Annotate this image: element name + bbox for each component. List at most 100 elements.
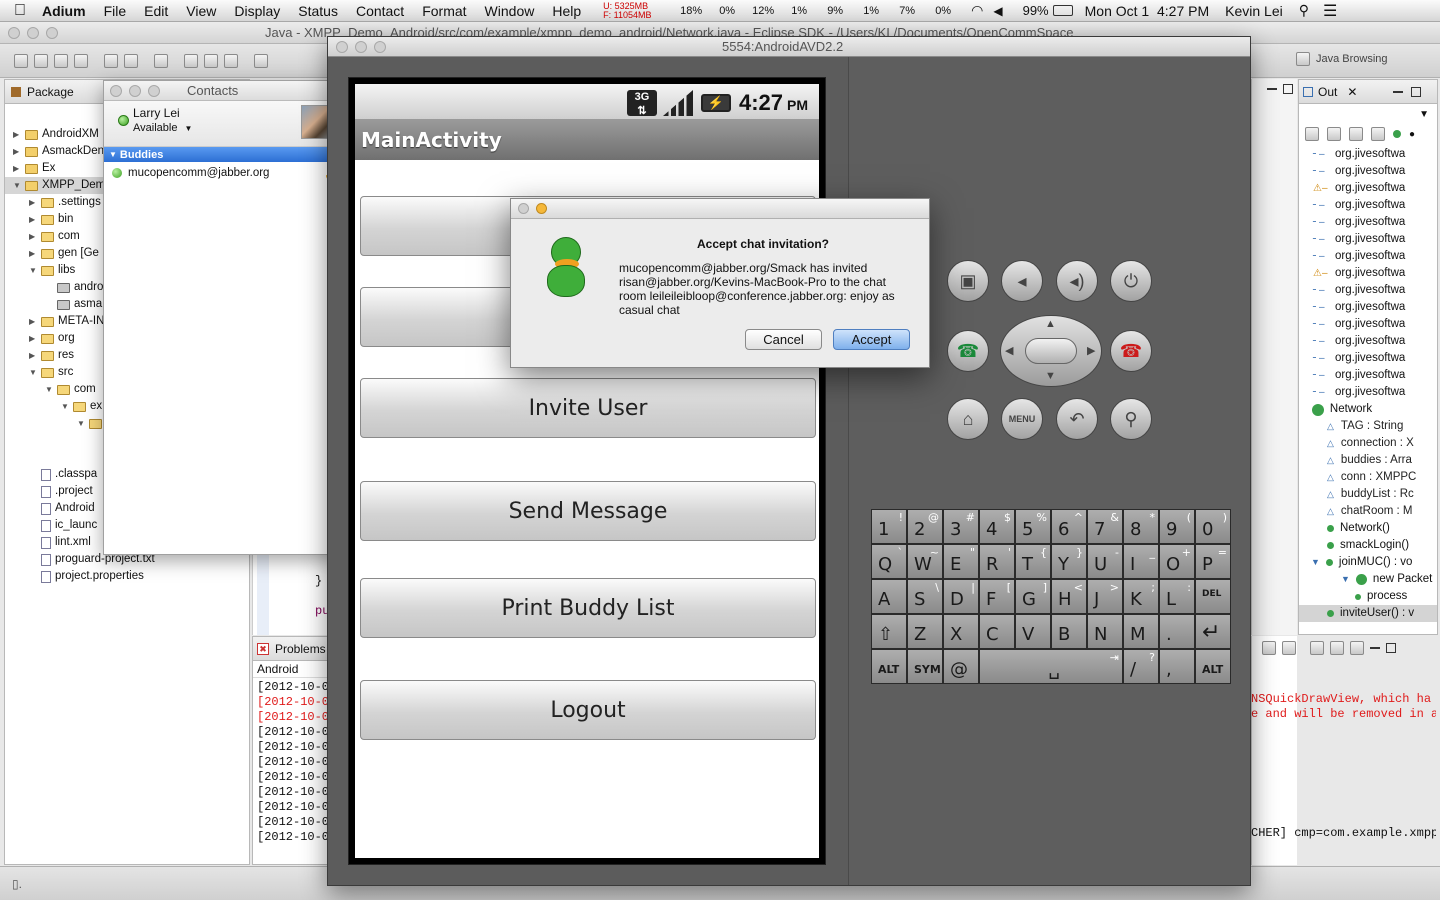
minimize-window-icon[interactable] xyxy=(129,84,141,97)
outline-item[interactable]: △ buddies : Arra xyxy=(1299,452,1437,469)
outline-item[interactable]: ╴– org.jivesoftwa xyxy=(1299,231,1437,248)
enter-key[interactable]: ↵ xyxy=(1195,614,1231,649)
outline-item[interactable]: process xyxy=(1299,588,1437,605)
keyboard-key[interactable]: J > xyxy=(1087,579,1123,614)
dpad-up-icon[interactable]: ▲ xyxy=(1045,318,1056,330)
zoom-window-icon[interactable] xyxy=(46,26,58,39)
zoom-window-icon[interactable] xyxy=(148,84,160,97)
fast-view-icon[interactable]: ▯. xyxy=(12,877,22,891)
tab-package-explorer[interactable]: Package xyxy=(27,85,74,99)
sort-icon[interactable] xyxy=(1327,127,1341,141)
collapsed-triangle-icon[interactable]: ▶ xyxy=(29,211,38,228)
minimize-window-icon[interactable] xyxy=(536,203,547,214)
pin-console-icon[interactable] xyxy=(1282,641,1296,655)
expanded-triangle-icon[interactable]: ▼ xyxy=(1311,554,1320,571)
outline-item[interactable]: ╴– org.jivesoftwa xyxy=(1299,350,1437,367)
menu-view[interactable]: View xyxy=(186,3,216,19)
menubar-user[interactable]: Kevin Lei xyxy=(1225,3,1283,19)
sym-key[interactable]: SYM xyxy=(907,649,943,684)
delete-key[interactable]: DEL xyxy=(1195,579,1231,614)
close-window-icon[interactable] xyxy=(518,203,529,214)
new-class-icon[interactable] xyxy=(204,53,218,68)
dpad-left-icon[interactable]: ◀ xyxy=(1005,344,1013,357)
keyboard-key[interactable]: T{ xyxy=(1015,544,1051,579)
keyboard-key[interactable]: B xyxy=(1051,614,1087,649)
android-sdk-icon[interactable] xyxy=(124,53,138,68)
keyboard-key[interactable]: V xyxy=(1015,614,1051,649)
outline-item[interactable]: ╴– org.jivesoftwa xyxy=(1299,197,1437,214)
call-icon[interactable]: ☎ xyxy=(947,330,989,372)
keyboard-key[interactable]: X xyxy=(943,614,979,649)
outline-item[interactable]: ╴– org.jivesoftwa xyxy=(1299,367,1437,384)
outline-item[interactable]: smackLogin() xyxy=(1299,537,1437,554)
keyboard-key[interactable]: S \ xyxy=(907,579,943,614)
outline-item[interactable]: ╴– org.jivesoftwa xyxy=(1299,214,1437,231)
collapsed-triangle-icon[interactable]: ▶ xyxy=(29,228,38,245)
keyboard-key[interactable]: 7 & xyxy=(1087,509,1123,544)
cancel-button[interactable]: Cancel xyxy=(745,329,822,350)
apple-icon[interactable]:  xyxy=(14,2,26,20)
hide-nonpublic-icon[interactable] xyxy=(1393,130,1401,138)
checklist-icon[interactable] xyxy=(154,53,168,68)
dpad-down-icon[interactable]: ▼ xyxy=(1045,370,1056,382)
keyboard-key[interactable]: 5% xyxy=(1015,509,1051,544)
invite-user-button[interactable]: Invite User xyxy=(360,378,816,438)
menubar-clock[interactable]: Mon Oct 1 4:27 PM xyxy=(1085,3,1210,19)
home-icon[interactable]: ⌂ xyxy=(947,398,989,440)
minimize-window-icon[interactable] xyxy=(355,40,367,53)
keyboard-key[interactable]: Q ` xyxy=(871,544,907,579)
collapsed-triangle-icon[interactable]: ▶ xyxy=(29,330,38,347)
collapsed-triangle-icon[interactable]: ▶ xyxy=(13,160,22,177)
hide-local-icon[interactable]: ● xyxy=(1409,129,1415,140)
keyboard-key[interactable]: H < xyxy=(1051,579,1087,614)
keyboard-key[interactable]: 2 @ xyxy=(907,509,943,544)
outline-item[interactable]: ▼Network xyxy=(1299,401,1437,418)
collapsed-triangle-icon[interactable]: ▶ xyxy=(13,143,22,160)
tree-item[interactable]: project.properties xyxy=(5,568,249,585)
notification-list-icon[interactable]: ☰ xyxy=(1323,1,1337,21)
outline-item[interactable]: ▼ joinMUC() : vo xyxy=(1299,554,1437,571)
dpad-center[interactable] xyxy=(1025,338,1077,364)
menu-display[interactable]: Display xyxy=(234,3,280,19)
keyboard-key[interactable]: M xyxy=(1123,614,1159,649)
outline-item[interactable]: ╴– org.jivesoftwa xyxy=(1299,299,1437,316)
collapsed-triangle-icon[interactable]: ▶ xyxy=(29,245,38,262)
open-console-icon[interactable] xyxy=(1310,641,1324,655)
keyboard-key[interactable]: 6 ^ xyxy=(1051,509,1087,544)
keyboard-key[interactable]: U- xyxy=(1087,544,1123,579)
new-icon[interactable] xyxy=(14,53,28,68)
back-icon[interactable]: ↶ xyxy=(1056,398,1098,440)
expanded-triangle-icon[interactable]: ▼ xyxy=(29,262,38,279)
power-icon[interactable]: ⏻ xyxy=(1110,260,1152,302)
battery-percent[interactable]: 99% xyxy=(1023,3,1049,18)
maximize-icon[interactable] xyxy=(1411,86,1422,97)
outline-item[interactable]: ⚠– org.jivesoftwa xyxy=(1299,180,1437,197)
open-type-icon[interactable] xyxy=(184,53,198,68)
expanded-triangle-icon[interactable]: ▼ xyxy=(1341,571,1350,588)
keyboard-key[interactable]: I _ xyxy=(1123,544,1159,579)
keyboard-key[interactable]: P = xyxy=(1195,544,1231,579)
view-menu-icon[interactable]: ▼ xyxy=(1419,109,1429,120)
outline-item[interactable]: ╴– org.jivesoftwa xyxy=(1299,333,1437,350)
collapsed-triangle-icon[interactable]: ▶ xyxy=(29,194,38,211)
menu-edit[interactable]: Edit xyxy=(144,3,168,19)
menu-icon[interactable]: MENU xyxy=(1001,398,1043,440)
collapsed-triangle-icon[interactable]: ▶ xyxy=(29,313,38,330)
close-window-icon[interactable] xyxy=(110,84,122,97)
tab-problems[interactable]: Problems xyxy=(275,642,326,656)
tab-outline[interactable]: Out xyxy=(1318,85,1337,99)
outline-item[interactable]: ╴– org.jivesoftwa xyxy=(1299,163,1437,180)
menu-contact[interactable]: Contact xyxy=(356,3,404,19)
minimize-icon[interactable] xyxy=(1267,88,1277,90)
wifi-icon[interactable]: ◠ xyxy=(971,2,983,19)
keyboard-key[interactable]: E " xyxy=(943,544,979,579)
console-text-right[interactable]: NSQuickDrawView, which ha e and will be … xyxy=(1251,692,1436,862)
outline-item[interactable]: ╴– org.jivesoftwa xyxy=(1299,316,1437,333)
outline-item-selected[interactable]: inviteUser() : v xyxy=(1299,605,1437,622)
keyboard-key[interactable]: F[ xyxy=(979,579,1015,614)
camera-icon[interactable]: ▣ xyxy=(947,260,989,302)
status-selector[interactable]: Available ▼ xyxy=(133,122,192,134)
print-buddy-list-button[interactable]: Print Buddy List xyxy=(360,578,816,638)
space-key[interactable]: ␣ ⇥ xyxy=(979,649,1123,684)
close-tab-icon[interactable]: ✕ xyxy=(1347,85,1357,99)
